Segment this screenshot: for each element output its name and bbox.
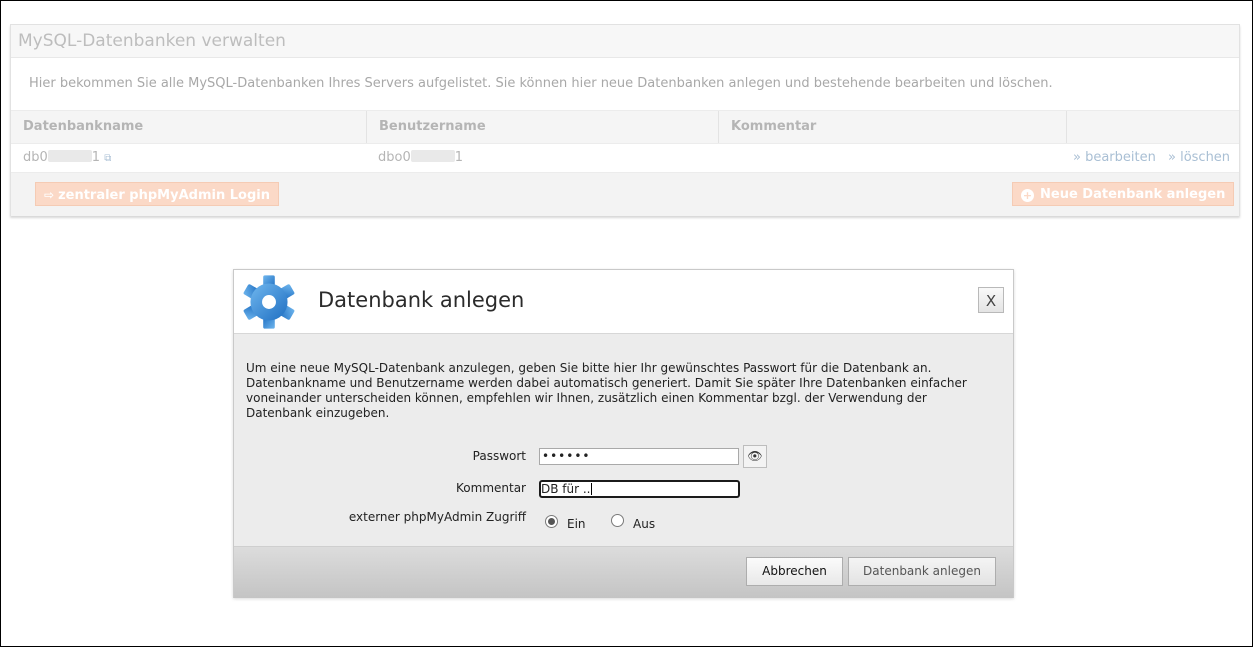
new-database-button[interactable]: + Neue Datenbank anlegen	[1012, 182, 1235, 206]
redacted-blur	[410, 150, 455, 162]
dbname-prefix: db0	[23, 150, 48, 165]
table-row: db0 1 ⧉ dbo0 1 » bearbeiten » löschen	[11, 144, 1239, 173]
plus-icon: +	[1021, 189, 1034, 202]
column-header-dbname: Datenbankname	[11, 111, 367, 143]
access-off-label: Aus	[633, 517, 656, 531]
redacted-blur	[47, 150, 92, 162]
eye-slash-icon: 👁	[747, 449, 763, 463]
username-prefix: dbo0	[378, 150, 411, 165]
create-database-dialog: Datenbank anlegen X Um eine neue MySQL-D…	[233, 269, 1014, 598]
cell-username: dbo0 1	[378, 144, 463, 172]
gear-icon	[243, 275, 295, 329]
text-cursor	[590, 483, 592, 495]
edit-link[interactable]: » bearbeiten	[1073, 144, 1156, 172]
dialog-footer: Abbrechen Datenbank anlegen	[234, 546, 1013, 598]
dialog-title: Datenbank anlegen	[318, 288, 525, 312]
access-off-radio[interactable]	[611, 514, 624, 527]
comment-label: Kommentar	[456, 481, 526, 495]
table-header: Datenbankname Benutzername Kommentar	[11, 111, 1239, 144]
create-database-button[interactable]: Datenbank anlegen	[848, 557, 996, 586]
column-header-username: Benutzername	[367, 111, 719, 143]
panel-title: MySQL-Datenbanken verwalten	[11, 25, 1239, 58]
external-link-icon[interactable]: ⧉	[104, 153, 111, 164]
arrow-right-icon: ⇨	[44, 188, 55, 202]
comment-value: DB für ..	[541, 482, 591, 496]
mysql-panel: MySQL-Datenbanken verwalten Hier bekomme…	[10, 24, 1240, 216]
dialog-description: Um eine neue MySQL-Datenbank anzulegen, …	[246, 361, 967, 420]
phpmyadmin-login-label: zentraler phpMyAdmin Login	[58, 188, 270, 203]
password-field[interactable]: ••••••	[539, 448, 739, 465]
cell-dbname[interactable]: db0 1 ⧉	[23, 144, 111, 172]
panel-description: Hier bekommen Sie alle MySQL-Datenbanken…	[11, 58, 1239, 111]
access-on-label: Ein	[567, 517, 586, 531]
show-password-button[interactable]: 👁	[743, 445, 767, 468]
cancel-button[interactable]: Abbrechen	[746, 557, 843, 586]
close-button[interactable]: X	[978, 287, 1004, 313]
comment-field[interactable]: DB für ..	[539, 480, 740, 498]
new-database-label: Neue Datenbank anlegen	[1040, 187, 1226, 202]
external-access-label: externer phpMyAdmin Zugriff	[348, 510, 526, 524]
delete-link[interactable]: » löschen	[1168, 144, 1230, 172]
username-suffix: 1	[454, 150, 464, 165]
dialog-header: Datenbank anlegen X	[234, 270, 1013, 334]
password-label: Passwort	[472, 449, 526, 463]
column-header-comment: Kommentar	[719, 111, 1067, 143]
dbname-suffix: 1	[91, 150, 101, 165]
column-header-actions	[1067, 111, 1239, 143]
phpmyadmin-login-button[interactable]: ⇨ zentraler phpMyAdmin Login	[35, 182, 279, 206]
access-on-radio[interactable]	[545, 515, 558, 528]
panel-footer: ⇨ zentraler phpMyAdmin Login + Neue Datenb…	[11, 173, 1239, 216]
